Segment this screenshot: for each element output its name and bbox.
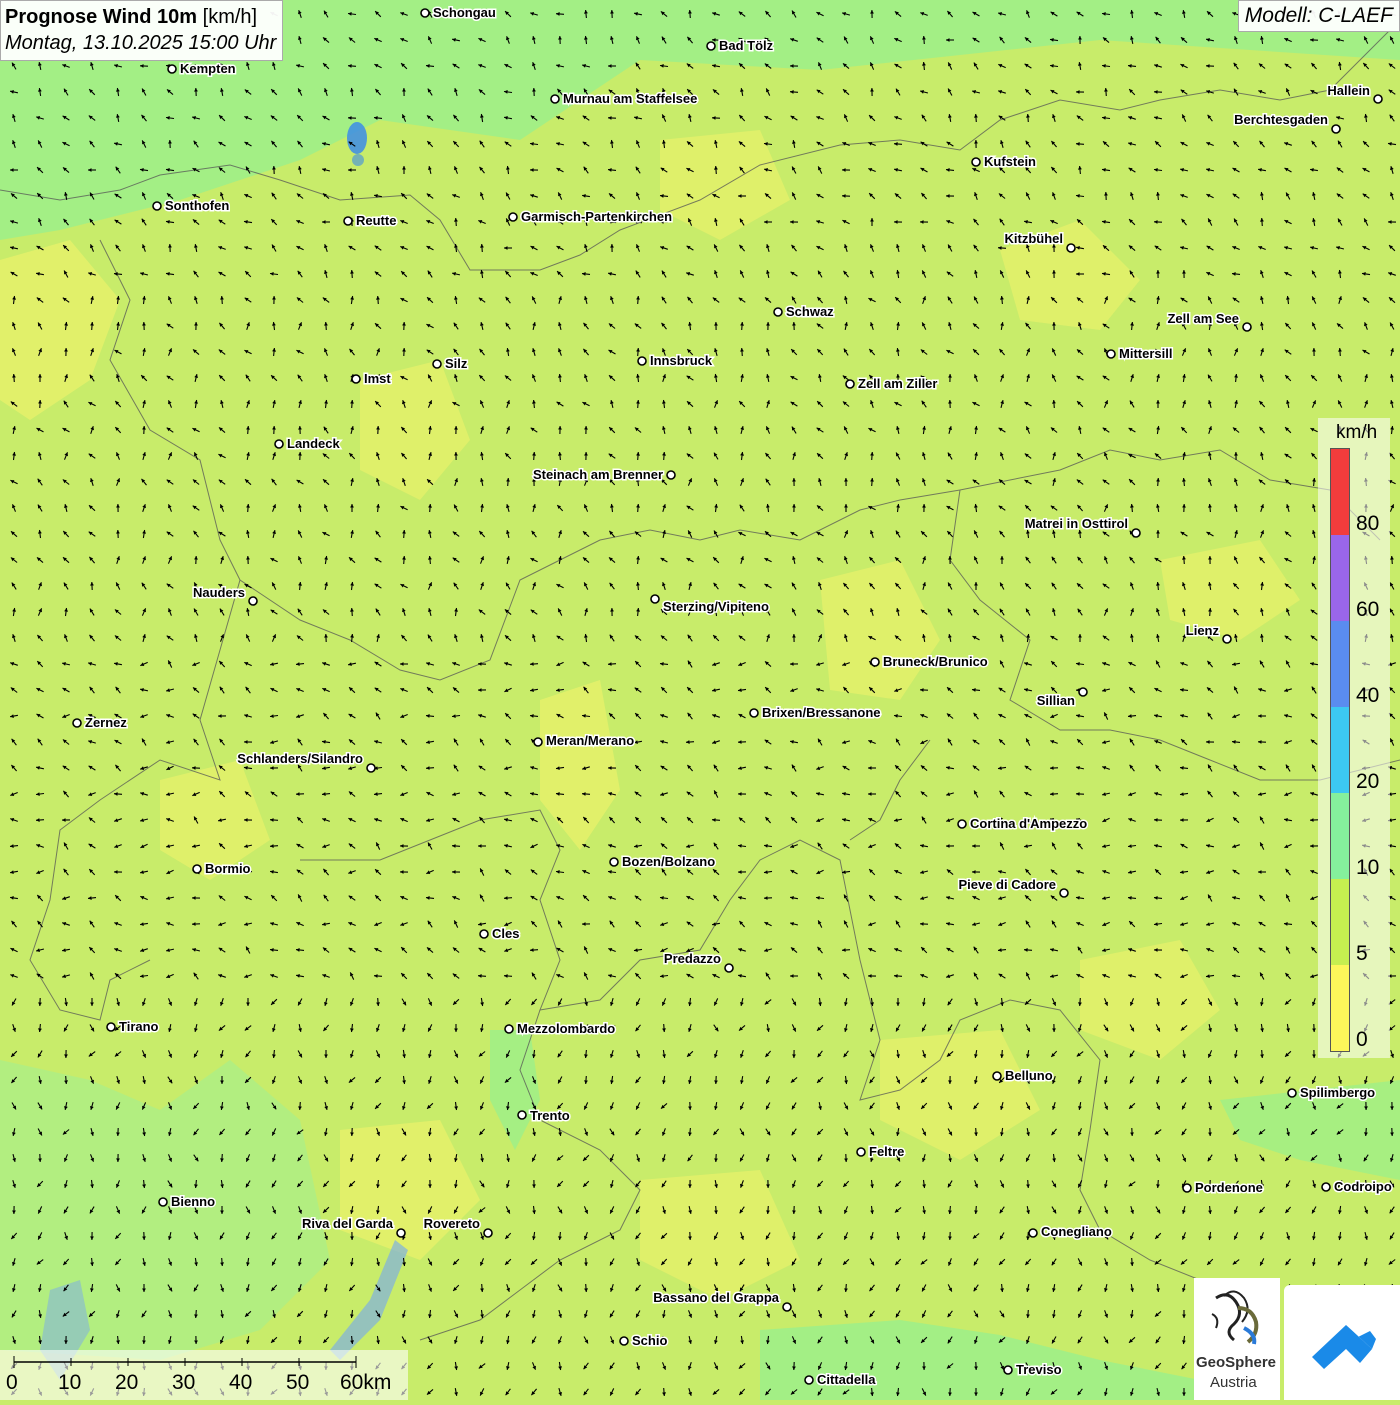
wind-map[interactable]: SchongauKemptenBad TölzMurnau am Staffel…: [0, 0, 1400, 1400]
